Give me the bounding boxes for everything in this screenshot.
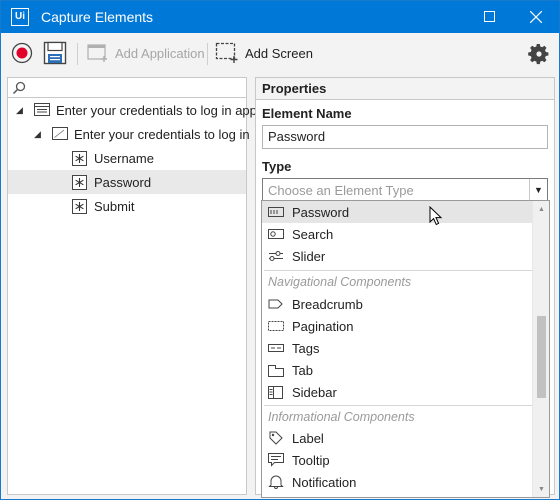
- notification-icon: [268, 475, 284, 489]
- toolbar-separator: [77, 43, 78, 65]
- tab-icon: [268, 363, 284, 377]
- tree-item-screen[interactable]: ◢ Enter your credentials to log in: [8, 122, 250, 146]
- sidebar-icon: [268, 385, 284, 399]
- group-header-informational: Informational Components: [268, 410, 415, 424]
- dropdown-item-slider[interactable]: Slider: [262, 245, 532, 267]
- add-screen-icon: [215, 42, 238, 63]
- search-field-icon: [268, 227, 284, 241]
- element-tree-panel: ◢ Enter your credentials to log in app ◢…: [7, 77, 257, 495]
- dropdown-item-label: Slider: [292, 248, 326, 264]
- toolbar: Add Application Add Screen: [1, 33, 559, 75]
- dropdown-item-tooltip[interactable]: Tooltip: [262, 449, 532, 471]
- password-field-icon: [268, 205, 284, 219]
- gear-icon: [528, 44, 549, 65]
- dropdown-item-notification[interactable]: Notification: [262, 471, 532, 493]
- search-icon: [12, 81, 26, 95]
- expand-arrow-icon[interactable]: ◢: [16, 105, 23, 116]
- tree-item-label: Enter your credentials to log in: [74, 126, 250, 142]
- screen-icon: [52, 127, 68, 140]
- capture-elements-window: Ui Capture Elements Add Application Add …: [0, 0, 560, 500]
- record-icon: [11, 42, 33, 64]
- tooltip-icon: [268, 453, 284, 467]
- tree-item-label: Password: [94, 174, 152, 190]
- type-label: Type: [262, 159, 292, 174]
- dropdown-item-label: Tab: [292, 362, 313, 378]
- element-type-dropdown: Password Search Slider Navigational Comp…: [261, 200, 550, 498]
- scroll-up-icon[interactable]: ▲: [533, 201, 549, 217]
- dropdown-divider: [264, 405, 532, 406]
- dropdown-item-tags[interactable]: Tags: [262, 337, 532, 359]
- add-screen-label: Add Screen: [245, 45, 313, 61]
- dropdown-divider: [264, 270, 532, 271]
- maximize-button[interactable]: [467, 1, 513, 33]
- dropdown-item-label: Label: [292, 430, 324, 446]
- group-header-navigational: Navigational Components: [268, 275, 412, 289]
- dropdown-item-label: Pagination: [292, 318, 354, 334]
- add-screen-button[interactable]: Add Screen: [215, 42, 313, 64]
- label-icon: [268, 431, 284, 445]
- asterisk-icon: [72, 150, 87, 166]
- tree-item-password[interactable]: Password: [8, 170, 246, 194]
- dropdown-item-breadcrumb[interactable]: Breadcrumb: [262, 293, 532, 315]
- dropdown-item-label: Tooltip: [292, 452, 330, 468]
- tree-item-username[interactable]: Username: [8, 146, 246, 170]
- close-button[interactable]: [513, 1, 559, 33]
- tree-item-submit[interactable]: Submit: [8, 194, 246, 218]
- maximize-icon: [484, 11, 495, 22]
- properties-header: Properties: [256, 78, 554, 100]
- mouse-cursor-icon: [429, 206, 443, 226]
- tags-icon: [268, 341, 284, 355]
- save-icon: [43, 41, 67, 65]
- scrollbar-thumb[interactable]: [537, 316, 546, 398]
- dropdown-item-sidebar[interactable]: Sidebar: [262, 381, 532, 403]
- dropdown-item-label: Sidebar: [292, 384, 337, 400]
- dropdown-item-password[interactable]: Password: [262, 201, 532, 223]
- uipath-logo-icon: Ui: [11, 8, 29, 26]
- dropdown-scrollbar[interactable]: ▲ ▼: [532, 201, 549, 497]
- add-application-button[interactable]: Add Application: [87, 43, 205, 63]
- dropdown-item-label-component[interactable]: Label: [262, 427, 532, 449]
- dropdown-item-label: Notification: [292, 474, 357, 490]
- pagination-icon: [268, 319, 284, 333]
- record-button[interactable]: [11, 42, 33, 64]
- settings-button[interactable]: [527, 42, 551, 66]
- toolbar-separator: [207, 43, 208, 65]
- dropdown-item-tab[interactable]: Tab: [262, 359, 532, 381]
- dropdown-item-label: Breadcrumb: [292, 296, 363, 312]
- tree-item-label: Submit: [94, 198, 135, 214]
- dropdown-item-label: Password: [292, 204, 350, 220]
- tree-search[interactable]: [8, 78, 246, 98]
- title-bar: Ui Capture Elements: [1, 1, 559, 33]
- asterisk-icon: [72, 174, 87, 190]
- slider-icon: [268, 249, 284, 263]
- tree-item-label: Username: [94, 150, 154, 166]
- element-name-input[interactable]: Password: [262, 125, 548, 149]
- dropdown-item-label: Search: [292, 226, 334, 242]
- scroll-down-icon[interactable]: ▼: [533, 481, 549, 497]
- dropdown-item-pagination[interactable]: Pagination: [262, 315, 532, 337]
- element-type-placeholder: Choose an Element Type: [268, 183, 414, 198]
- chevron-down-icon: ▼: [534, 185, 543, 195]
- element-name-label: Element Name: [262, 106, 352, 121]
- dropdown-item-label: Tags: [292, 340, 320, 356]
- tree-item-application[interactable]: ◢ Enter your credentials to log in app: [8, 98, 257, 122]
- dropdown-item-search[interactable]: Search: [262, 223, 532, 245]
- close-icon: [530, 11, 542, 23]
- element-type-combobox[interactable]: Choose an Element Type ▼: [262, 178, 548, 202]
- add-application-icon: [87, 44, 107, 62]
- window-icon: [34, 103, 50, 116]
- tree-item-label: Enter your credentials to log in app: [56, 102, 257, 118]
- asterisk-icon: [72, 198, 87, 214]
- window-title: Capture Elements: [41, 9, 154, 25]
- breadcrumb-icon: [268, 297, 284, 311]
- save-button[interactable]: [43, 41, 67, 65]
- expand-arrow-icon[interactable]: ◢: [34, 129, 41, 140]
- add-application-label: Add Application: [115, 45, 205, 61]
- dropdown-arrow-button[interactable]: ▼: [529, 179, 547, 201]
